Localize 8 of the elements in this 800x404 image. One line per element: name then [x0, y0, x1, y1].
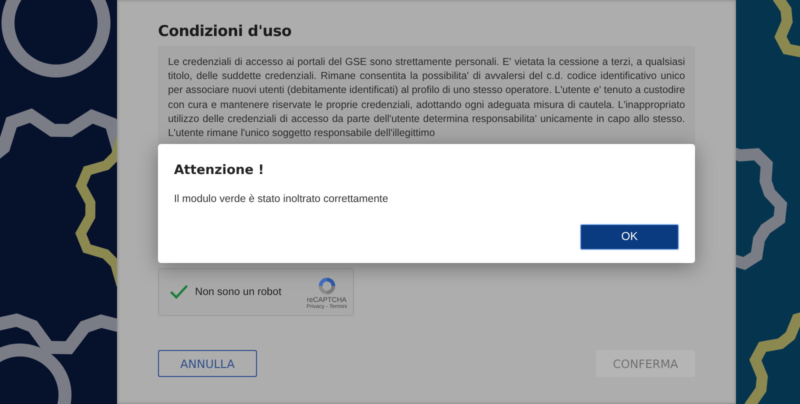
captcha-label: Non sono un robot [195, 286, 282, 298]
dialog-title: Attenzione ! [174, 163, 266, 178]
checkmark-icon[interactable] [169, 284, 189, 300]
cancel-button[interactable]: ANNULLA [158, 350, 257, 377]
dialog-message: Il modulo verde è stato inoltrato correttamente [174, 193, 390, 205]
ok-button[interactable]: OK [580, 224, 679, 250]
terms-text: Le credenziali di accesso ai portali del GSE sono strettamente personali. E' vietata la cessione a terzi, a qualsiasi titolo, delle suddette credenziali. Rimane consentita la possibilita' di avvalersi del c.d. codice identificativo unico per associare nuovi utenti (debitamente identificati) al profilo di uno stesso operatore. L'utente e' tenuto a custodire con cura e mantenere riservate le proprie credenziali, adottando ogni adeguata misura di cautela. L'inappropriato utilizzo delle credenziali di accesso da parte dell'utente determina responsabilita' unicamente in capo allo stesso. L'utente rimane l'unico soggetto responsabile dell'illegittimo [168, 56, 685, 142]
page-title: Condizioni d'uso [158, 22, 293, 40]
